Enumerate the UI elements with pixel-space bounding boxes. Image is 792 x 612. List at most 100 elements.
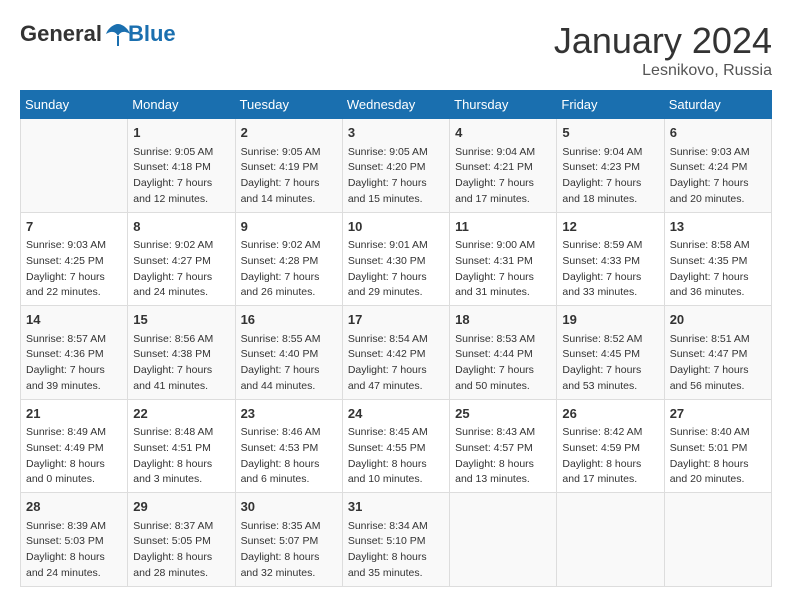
cell-content: Sunrise: 8:42 AMSunset: 4:59 PMDaylight:… bbox=[562, 425, 658, 488]
calendar-cell: 26Sunrise: 8:42 AMSunset: 4:59 PMDayligh… bbox=[557, 399, 664, 493]
day-number: 11 bbox=[455, 217, 551, 237]
cell-content: Sunrise: 9:04 AMSunset: 4:23 PMDaylight:… bbox=[562, 145, 658, 208]
day-number: 10 bbox=[348, 217, 444, 237]
calendar-cell: 19Sunrise: 8:52 AMSunset: 4:45 PMDayligh… bbox=[557, 306, 664, 400]
day-number: 18 bbox=[455, 310, 551, 330]
cell-content: Sunrise: 9:05 AMSunset: 4:19 PMDaylight:… bbox=[241, 145, 337, 208]
calendar-cell: 22Sunrise: 8:48 AMSunset: 4:51 PMDayligh… bbox=[128, 399, 235, 493]
calendar-cell: 28Sunrise: 8:39 AMSunset: 5:03 PMDayligh… bbox=[21, 493, 128, 587]
day-number: 20 bbox=[670, 310, 766, 330]
calendar-cell bbox=[557, 493, 664, 587]
calendar-cell: 6Sunrise: 9:03 AMSunset: 4:24 PMDaylight… bbox=[664, 119, 771, 213]
cell-content: Sunrise: 8:34 AMSunset: 5:10 PMDaylight:… bbox=[348, 519, 444, 582]
calendar-cell: 24Sunrise: 8:45 AMSunset: 4:55 PMDayligh… bbox=[342, 399, 449, 493]
calendar-cell: 7Sunrise: 9:03 AMSunset: 4:25 PMDaylight… bbox=[21, 212, 128, 306]
cell-content: Sunrise: 8:39 AMSunset: 5:03 PMDaylight:… bbox=[26, 519, 122, 582]
cell-content: Sunrise: 8:49 AMSunset: 4:49 PMDaylight:… bbox=[26, 425, 122, 488]
calendar-cell: 18Sunrise: 8:53 AMSunset: 4:44 PMDayligh… bbox=[450, 306, 557, 400]
day-number: 27 bbox=[670, 404, 766, 424]
cell-content: Sunrise: 8:40 AMSunset: 5:01 PMDaylight:… bbox=[670, 425, 766, 488]
day-number: 28 bbox=[26, 497, 122, 517]
calendar-week-row: 21Sunrise: 8:49 AMSunset: 4:49 PMDayligh… bbox=[21, 399, 772, 493]
cell-content: Sunrise: 8:54 AMSunset: 4:42 PMDaylight:… bbox=[348, 332, 444, 395]
day-number: 19 bbox=[562, 310, 658, 330]
calendar-cell: 15Sunrise: 8:56 AMSunset: 4:38 PMDayligh… bbox=[128, 306, 235, 400]
logo-general-text: General bbox=[20, 21, 102, 47]
cell-content: Sunrise: 8:37 AMSunset: 5:05 PMDaylight:… bbox=[133, 519, 229, 582]
calendar-cell: 31Sunrise: 8:34 AMSunset: 5:10 PMDayligh… bbox=[342, 493, 449, 587]
day-number: 29 bbox=[133, 497, 229, 517]
cell-content: Sunrise: 8:59 AMSunset: 4:33 PMDaylight:… bbox=[562, 238, 658, 301]
calendar-week-row: 7Sunrise: 9:03 AMSunset: 4:25 PMDaylight… bbox=[21, 212, 772, 306]
day-number: 22 bbox=[133, 404, 229, 424]
cell-content: Sunrise: 9:03 AMSunset: 4:25 PMDaylight:… bbox=[26, 238, 122, 301]
cell-content: Sunrise: 8:55 AMSunset: 4:40 PMDaylight:… bbox=[241, 332, 337, 395]
title-block: January 2024 Lesnikovo, Russia bbox=[554, 20, 772, 80]
cell-content: Sunrise: 8:45 AMSunset: 4:55 PMDaylight:… bbox=[348, 425, 444, 488]
weekday-header-tuesday: Tuesday bbox=[235, 91, 342, 119]
cell-content: Sunrise: 9:05 AMSunset: 4:18 PMDaylight:… bbox=[133, 145, 229, 208]
calendar-table: SundayMondayTuesdayWednesdayThursdayFrid… bbox=[20, 90, 772, 587]
cell-content: Sunrise: 8:53 AMSunset: 4:44 PMDaylight:… bbox=[455, 332, 551, 395]
cell-content: Sunrise: 9:05 AMSunset: 4:20 PMDaylight:… bbox=[348, 145, 444, 208]
cell-content: Sunrise: 8:56 AMSunset: 4:38 PMDaylight:… bbox=[133, 332, 229, 395]
calendar-week-row: 1Sunrise: 9:05 AMSunset: 4:18 PMDaylight… bbox=[21, 119, 772, 213]
cell-content: Sunrise: 8:43 AMSunset: 4:57 PMDaylight:… bbox=[455, 425, 551, 488]
day-number: 5 bbox=[562, 123, 658, 143]
day-number: 1 bbox=[133, 123, 229, 143]
weekday-header-row: SundayMondayTuesdayWednesdayThursdayFrid… bbox=[21, 91, 772, 119]
weekday-header-monday: Monday bbox=[128, 91, 235, 119]
calendar-cell: 17Sunrise: 8:54 AMSunset: 4:42 PMDayligh… bbox=[342, 306, 449, 400]
day-number: 12 bbox=[562, 217, 658, 237]
calendar-cell: 2Sunrise: 9:05 AMSunset: 4:19 PMDaylight… bbox=[235, 119, 342, 213]
calendar-cell: 3Sunrise: 9:05 AMSunset: 4:20 PMDaylight… bbox=[342, 119, 449, 213]
cell-content: Sunrise: 8:51 AMSunset: 4:47 PMDaylight:… bbox=[670, 332, 766, 395]
calendar-cell: 10Sunrise: 9:01 AMSunset: 4:30 PMDayligh… bbox=[342, 212, 449, 306]
location: Lesnikovo, Russia bbox=[554, 62, 772, 80]
day-number: 13 bbox=[670, 217, 766, 237]
calendar-cell: 13Sunrise: 8:58 AMSunset: 4:35 PMDayligh… bbox=[664, 212, 771, 306]
cell-content: Sunrise: 9:02 AMSunset: 4:27 PMDaylight:… bbox=[133, 238, 229, 301]
day-number: 16 bbox=[241, 310, 337, 330]
calendar-week-row: 28Sunrise: 8:39 AMSunset: 5:03 PMDayligh… bbox=[21, 493, 772, 587]
calendar-week-row: 14Sunrise: 8:57 AMSunset: 4:36 PMDayligh… bbox=[21, 306, 772, 400]
page-header: General Blue January 2024 Lesnikovo, Rus… bbox=[20, 20, 772, 80]
day-number: 25 bbox=[455, 404, 551, 424]
day-number: 3 bbox=[348, 123, 444, 143]
day-number: 23 bbox=[241, 404, 337, 424]
day-number: 31 bbox=[348, 497, 444, 517]
month-title: January 2024 bbox=[554, 20, 772, 62]
cell-content: Sunrise: 8:52 AMSunset: 4:45 PMDaylight:… bbox=[562, 332, 658, 395]
logo: General Blue bbox=[20, 20, 176, 48]
calendar-cell: 20Sunrise: 8:51 AMSunset: 4:47 PMDayligh… bbox=[664, 306, 771, 400]
weekday-header-friday: Friday bbox=[557, 91, 664, 119]
calendar-cell: 11Sunrise: 9:00 AMSunset: 4:31 PMDayligh… bbox=[450, 212, 557, 306]
calendar-cell: 27Sunrise: 8:40 AMSunset: 5:01 PMDayligh… bbox=[664, 399, 771, 493]
calendar-cell: 14Sunrise: 8:57 AMSunset: 4:36 PMDayligh… bbox=[21, 306, 128, 400]
logo-blue-text: Blue bbox=[128, 21, 176, 47]
day-number: 15 bbox=[133, 310, 229, 330]
calendar-cell bbox=[450, 493, 557, 587]
day-number: 6 bbox=[670, 123, 766, 143]
weekday-header-wednesday: Wednesday bbox=[342, 91, 449, 119]
calendar-cell: 16Sunrise: 8:55 AMSunset: 4:40 PMDayligh… bbox=[235, 306, 342, 400]
calendar-cell: 5Sunrise: 9:04 AMSunset: 4:23 PMDaylight… bbox=[557, 119, 664, 213]
calendar-cell: 12Sunrise: 8:59 AMSunset: 4:33 PMDayligh… bbox=[557, 212, 664, 306]
calendar-cell bbox=[664, 493, 771, 587]
day-number: 14 bbox=[26, 310, 122, 330]
day-number: 4 bbox=[455, 123, 551, 143]
weekday-header-sunday: Sunday bbox=[21, 91, 128, 119]
cell-content: Sunrise: 8:48 AMSunset: 4:51 PMDaylight:… bbox=[133, 425, 229, 488]
calendar-cell: 4Sunrise: 9:04 AMSunset: 4:21 PMDaylight… bbox=[450, 119, 557, 213]
cell-content: Sunrise: 9:04 AMSunset: 4:21 PMDaylight:… bbox=[455, 145, 551, 208]
day-number: 17 bbox=[348, 310, 444, 330]
cell-content: Sunrise: 9:03 AMSunset: 4:24 PMDaylight:… bbox=[670, 145, 766, 208]
calendar-cell: 25Sunrise: 8:43 AMSunset: 4:57 PMDayligh… bbox=[450, 399, 557, 493]
cell-content: Sunrise: 9:01 AMSunset: 4:30 PMDaylight:… bbox=[348, 238, 444, 301]
calendar-cell: 30Sunrise: 8:35 AMSunset: 5:07 PMDayligh… bbox=[235, 493, 342, 587]
calendar-cell: 23Sunrise: 8:46 AMSunset: 4:53 PMDayligh… bbox=[235, 399, 342, 493]
day-number: 8 bbox=[133, 217, 229, 237]
weekday-header-saturday: Saturday bbox=[664, 91, 771, 119]
day-number: 9 bbox=[241, 217, 337, 237]
calendar-cell: 21Sunrise: 8:49 AMSunset: 4:49 PMDayligh… bbox=[21, 399, 128, 493]
